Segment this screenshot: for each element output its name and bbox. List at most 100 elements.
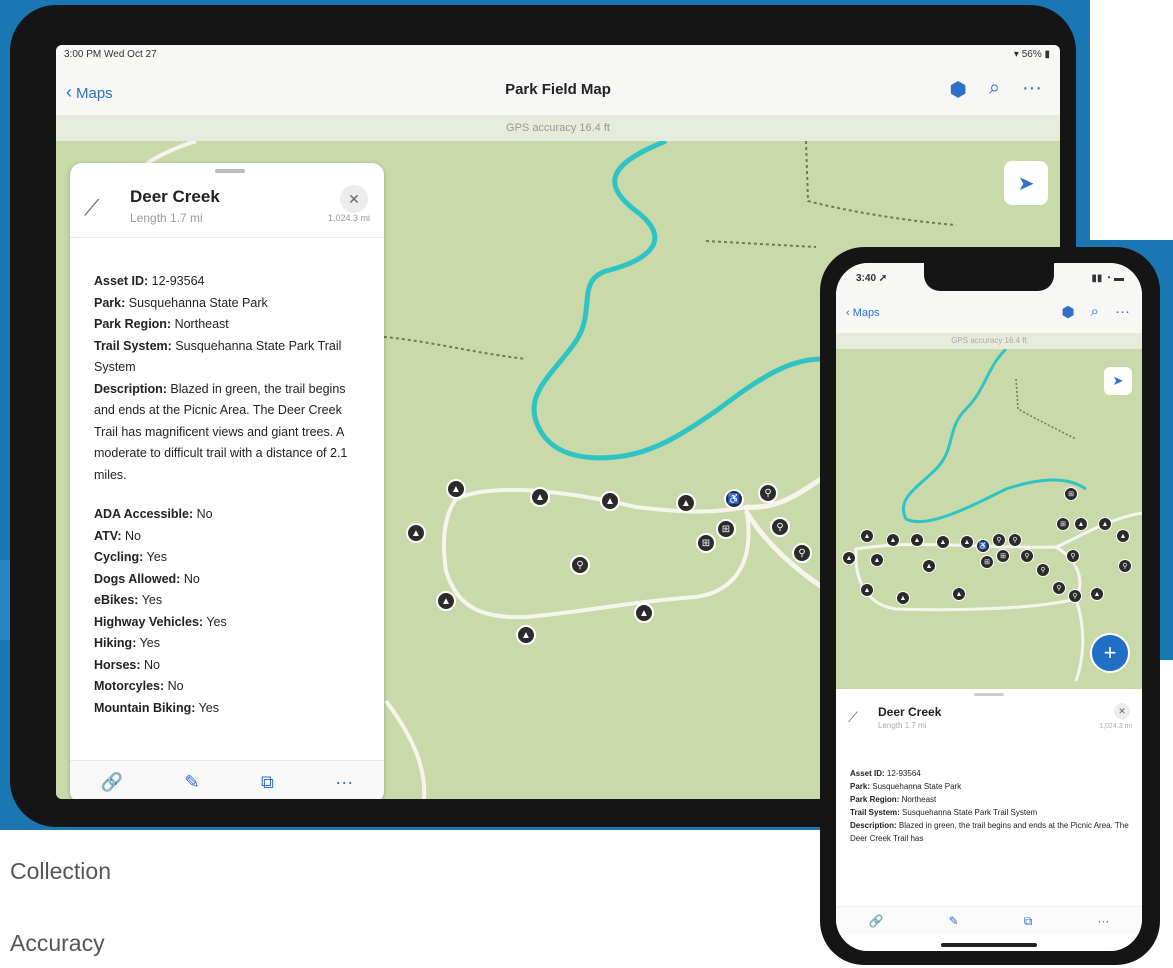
search-icon[interactable]: ⌕ [1091, 303, 1099, 321]
restroom-marker[interactable]: ⚲ [1068, 589, 1082, 603]
trail-road [384, 699, 427, 799]
layers-icon[interactable]: ⬢ [1061, 303, 1074, 321]
attribute-field: Horses: No [94, 657, 160, 672]
campsite-marker[interactable]: ▲ [406, 523, 426, 543]
map-layer [854, 349, 1142, 681]
status-battery: ▮▮ ◔ ▬ [1091, 273, 1124, 284]
status-bar: 3:00 PM Wed Oct 27 ▾ 56% ▮ [56, 45, 1060, 65]
campsite-marker[interactable]: ▲ [922, 559, 936, 573]
campsite-marker[interactable]: ▲ [1074, 517, 1088, 531]
back-button[interactable]: ‹ Maps [846, 307, 880, 319]
campsite-marker[interactable]: ▲ [600, 491, 620, 511]
card-header: ⟋ Deer Creek Length 1.7 mi 1,024.3 mi ✕ [70, 175, 384, 238]
restroom-marker[interactable]: ⚲ [570, 555, 590, 575]
campsite-marker[interactable]: ▲ [1116, 529, 1130, 543]
campsite-marker[interactable]: ▲ [870, 553, 884, 567]
dashed-trail [705, 240, 817, 248]
edit-icon[interactable]: ✎ [185, 772, 200, 793]
close-icon: ✕ [1118, 705, 1126, 716]
campsite-marker[interactable]: ▲ [1098, 517, 1112, 531]
attribute-field: Hiking: Yes [94, 636, 160, 650]
campsite-marker[interactable]: ▲ [446, 479, 466, 499]
attribute-field: Asset ID: 12-93564 [850, 769, 921, 778]
accessible-marker[interactable]: ♿ [724, 489, 744, 509]
caption-accuracy: Accuracy [10, 930, 105, 956]
close-button[interactable]: ✕ [1114, 703, 1130, 719]
picnic-marker[interactable]: ⊞ [716, 519, 736, 539]
trail-loop [854, 542, 1082, 612]
locate-button[interactable]: ➤ [1104, 367, 1132, 395]
card-title: Deer Creek [878, 705, 942, 719]
close-button[interactable]: ✕ [340, 185, 368, 213]
campsite-marker[interactable]: ▲ [516, 625, 536, 645]
restroom-marker[interactable]: ⚲ [1066, 549, 1080, 563]
restroom-marker[interactable]: ⚲ [792, 543, 812, 563]
campsite-marker[interactable]: ▲ [952, 587, 966, 601]
picnic-marker[interactable]: ⊞ [1064, 487, 1078, 501]
card-attributes: Asset ID: 12-93564 Park: Susquehanna Sta… [850, 767, 1130, 845]
picnic-marker[interactable]: ⊞ [980, 555, 994, 569]
trail-road [1074, 598, 1085, 681]
campsite-marker[interactable]: ▲ [436, 591, 456, 611]
river [531, 141, 837, 461]
campsite-marker[interactable]: ▲ [860, 529, 874, 543]
restroom-marker[interactable]: ⚲ [1008, 533, 1022, 547]
more-icon[interactable]: ··· [1115, 303, 1130, 321]
back-label: Maps [852, 307, 880, 319]
feature-card: ⟋ Deer Creek Length 1.7 mi 1,024.3 mi ✕ … [836, 689, 1142, 951]
more-icon[interactable]: ··· [1097, 914, 1109, 928]
trail-line-icon: ⟋ [84, 195, 100, 220]
edit-icon[interactable]: ✎ [949, 914, 959, 928]
attribute-field: Park: Susquehanna State Park [850, 782, 962, 791]
attribute-field: Description: Blazed in green, the trail … [850, 821, 1129, 843]
picnic-marker[interactable]: ⊞ [1056, 517, 1070, 531]
restroom-marker[interactable]: ⚲ [1052, 581, 1066, 595]
campsite-marker[interactable]: ▲ [860, 583, 874, 597]
layers-icon[interactable]: ⬢ [949, 77, 966, 102]
attribute-field: Park Region: Northeast [850, 795, 937, 804]
campsite-marker[interactable]: ▲ [530, 487, 550, 507]
add-feature-button[interactable]: + [1090, 633, 1130, 673]
more-icon[interactable]: ··· [335, 772, 353, 793]
attribute-field: Trail System: Susquehanna State Park Tra… [850, 808, 1038, 817]
feature-card: ⟋ Deer Creek Length 1.7 mi 1,024.3 mi ✕ … [70, 163, 384, 799]
copy-icon[interactable]: ⧉ [261, 772, 274, 793]
campsite-marker[interactable]: ▲ [1090, 587, 1104, 601]
campsite-marker[interactable]: ▲ [886, 533, 900, 547]
restroom-marker[interactable]: ⚲ [992, 533, 1006, 547]
search-icon[interactable]: ⌕ [989, 77, 1000, 102]
gps-accuracy-banner: GPS accuracy 16.4 ft [56, 115, 1060, 141]
copy-icon[interactable]: ⧉ [1024, 914, 1033, 929]
picnic-marker[interactable]: ⊞ [696, 533, 716, 553]
campsite-marker[interactable]: ▲ [634, 603, 654, 623]
restroom-marker[interactable]: ⚲ [1118, 559, 1132, 573]
picnic-marker[interactable]: ⊞ [996, 549, 1010, 563]
restroom-marker[interactable]: ⚲ [758, 483, 778, 503]
card-attributes: Asset ID: 12-93564 Park: Susquehanna Sta… [94, 271, 364, 719]
attribute-field: Cycling: Yes [94, 550, 167, 564]
attribute-field: eBikes: Yes [94, 593, 163, 607]
restroom-marker[interactable]: ⚲ [1020, 549, 1034, 563]
more-icon[interactable]: ··· [1022, 77, 1042, 102]
accessible-marker[interactable]: ♿ [976, 539, 990, 553]
attribute-field: ATV: No [94, 528, 141, 543]
attachment-icon[interactable]: 🔗 [101, 772, 123, 793]
iphone-screen: 3:40 ➚ ▮▮ ◔ ▬ ‹ Maps ⬢ ⌕ ··· GPS accurac… [836, 263, 1142, 951]
restroom-marker[interactable]: ⚲ [770, 517, 790, 537]
campsite-marker[interactable]: ▲ [896, 591, 910, 605]
drag-handle[interactable] [974, 693, 1004, 696]
campsite-marker[interactable]: ▲ [842, 551, 856, 565]
trail-line-icon: ⟋ [848, 709, 858, 725]
campsite-marker[interactable]: ▲ [676, 493, 696, 513]
drag-handle[interactable] [215, 169, 245, 173]
status-time: 3:40 ➚ [856, 273, 888, 284]
campsite-marker[interactable]: ▲ [960, 535, 974, 549]
locate-button[interactable]: ➤ [1004, 161, 1048, 205]
restroom-marker[interactable]: ⚲ [1036, 563, 1050, 577]
campsite-marker[interactable]: ▲ [936, 535, 950, 549]
attachment-icon[interactable]: 🔗 [869, 914, 884, 928]
caption-collection: Collection [10, 858, 111, 884]
campsite-marker[interactable]: ▲ [910, 533, 924, 547]
card-toolbar: 🔗 ✎ ⧉ ··· [836, 906, 1142, 935]
map-view[interactable]: ➤ ⊞ ⊞ ▲ ▲ ▲ ▲ ▲ ▲ ▲ ▲ ♿ ⚲ ⚲ ⊞ ⊞ ⚲ ⚲ ⚲ ▲ … [836, 349, 1142, 681]
